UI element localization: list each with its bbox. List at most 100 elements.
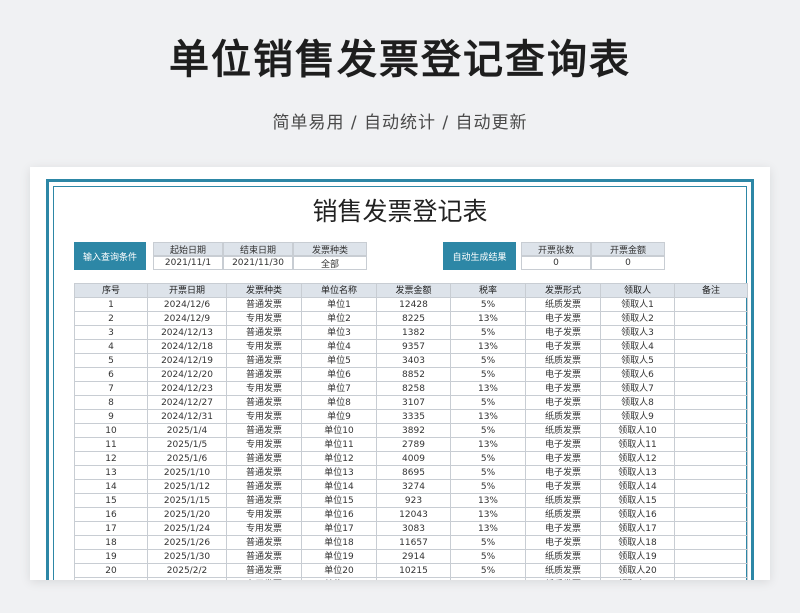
table-cell[interactable]: 专用发票 bbox=[226, 507, 302, 522]
table-cell[interactable]: 2024/12/20 bbox=[147, 367, 227, 382]
table-cell[interactable]: 普通发票 bbox=[226, 451, 302, 466]
table-cell[interactable]: 纸质发票 bbox=[525, 353, 601, 368]
table-cell[interactable]: 13% bbox=[450, 311, 526, 326]
table-cell[interactable]: 普通发票 bbox=[226, 563, 302, 578]
table-cell[interactable]: 单位18 bbox=[301, 535, 377, 550]
table-cell[interactable]: 单位15 bbox=[301, 493, 377, 508]
table-cell[interactable]: 18 bbox=[74, 535, 148, 550]
table-cell[interactable]: 领取人17 bbox=[600, 521, 675, 536]
table-cell[interactable]: 5% bbox=[450, 297, 526, 312]
table-cell[interactable]: 4009 bbox=[376, 451, 451, 466]
table-cell[interactable]: 5% bbox=[450, 367, 526, 382]
table-cell[interactable]: 领取人20 bbox=[600, 563, 675, 578]
table-cell[interactable]: 13% bbox=[450, 507, 526, 522]
table-cell[interactable]: 纸质发票 bbox=[525, 549, 601, 564]
table-cell[interactable]: 13% bbox=[450, 409, 526, 424]
table-cell[interactable]: 普通发票 bbox=[226, 465, 302, 480]
table-cell[interactable]: 单位12 bbox=[301, 451, 377, 466]
table-cell[interactable]: 5% bbox=[450, 535, 526, 550]
table-cell[interactable]: 3403 bbox=[376, 353, 451, 368]
table-cell[interactable]: 7 bbox=[74, 381, 148, 396]
table-cell[interactable] bbox=[674, 479, 748, 494]
table-cell[interactable]: 2024/12/13 bbox=[147, 325, 227, 340]
table-cell[interactable]: 6 bbox=[74, 367, 148, 382]
table-cell[interactable]: 11 bbox=[74, 437, 148, 452]
table-cell[interactable]: 2025/1/4 bbox=[147, 423, 227, 438]
table-cell[interactable]: 单位17 bbox=[301, 521, 377, 536]
table-cell[interactable]: 2025/1/26 bbox=[147, 535, 227, 550]
table-cell[interactable] bbox=[674, 549, 748, 564]
table-cell[interactable]: 纸质发票 bbox=[525, 493, 601, 508]
table-cell[interactable]: 2025/1/15 bbox=[147, 493, 227, 508]
table-cell[interactable]: 普通发票 bbox=[226, 297, 302, 312]
table-cell[interactable]: 纸质发票 bbox=[525, 577, 601, 580]
table-cell[interactable] bbox=[674, 493, 748, 508]
table-cell[interactable]: 4 bbox=[74, 339, 148, 354]
table-cell[interactable]: 纸质发票 bbox=[525, 507, 601, 522]
table-cell[interactable]: 2025/1/24 bbox=[147, 521, 227, 536]
table-cell[interactable]: 21 bbox=[74, 577, 148, 580]
table-cell[interactable]: 电子发票 bbox=[525, 451, 601, 466]
table-cell[interactable]: 2024/12/19 bbox=[147, 353, 227, 368]
table-cell[interactable] bbox=[674, 339, 748, 354]
table-cell[interactable]: 专用发票 bbox=[226, 437, 302, 452]
table-cell[interactable]: 单位2 bbox=[301, 311, 377, 326]
table-cell[interactable]: 2025/2/2 bbox=[147, 563, 227, 578]
table-cell[interactable]: 普通发票 bbox=[226, 367, 302, 382]
table-cell[interactable]: 单位20 bbox=[301, 563, 377, 578]
table-cell[interactable]: 电子发票 bbox=[525, 465, 601, 480]
table-cell[interactable]: 纸质发票 bbox=[525, 409, 601, 424]
table-cell[interactable]: 单位5 bbox=[301, 353, 377, 368]
table-cell[interactable]: 领取人7 bbox=[600, 381, 675, 396]
table-cell[interactable]: 13% bbox=[450, 381, 526, 396]
table-cell[interactable]: 2024/12/31 bbox=[147, 409, 227, 424]
table-cell[interactable] bbox=[674, 395, 748, 410]
table-cell[interactable]: 15 bbox=[74, 493, 148, 508]
table-cell[interactable]: 单位7 bbox=[301, 381, 377, 396]
table-cell[interactable]: 电子发票 bbox=[525, 367, 601, 382]
table-cell[interactable]: 19 bbox=[74, 549, 148, 564]
table-cell[interactable]: 8 bbox=[74, 395, 148, 410]
table-cell[interactable] bbox=[674, 423, 748, 438]
table-cell[interactable]: 领取人21 bbox=[600, 577, 675, 580]
table-cell[interactable]: 单位19 bbox=[301, 549, 377, 564]
table-cell[interactable]: 13% bbox=[450, 577, 526, 580]
table-cell[interactable]: 普通发票 bbox=[226, 395, 302, 410]
table-cell[interactable]: 2024/12/18 bbox=[147, 339, 227, 354]
table-cell[interactable]: 普通发票 bbox=[226, 535, 302, 550]
table-cell[interactable]: 5 bbox=[74, 353, 148, 368]
table-cell[interactable] bbox=[674, 521, 748, 536]
table-cell[interactable]: 12043 bbox=[376, 507, 451, 522]
table-cell[interactable]: 电子发票 bbox=[525, 437, 601, 452]
table-cell[interactable] bbox=[674, 465, 748, 480]
table-cell[interactable]: 8695 bbox=[376, 465, 451, 480]
table-cell[interactable]: 8258 bbox=[376, 381, 451, 396]
table-cell[interactable] bbox=[674, 577, 748, 580]
table-cell[interactable]: 领取人9 bbox=[600, 409, 675, 424]
table-cell[interactable]: 专用发票 bbox=[226, 381, 302, 396]
table-cell[interactable]: 20 bbox=[74, 563, 148, 578]
table-cell[interactable]: 2024/12/27 bbox=[147, 395, 227, 410]
table-cell[interactable]: 电子发票 bbox=[525, 521, 601, 536]
table-cell[interactable]: 领取人14 bbox=[600, 479, 675, 494]
table-cell[interactable]: 专用发票 bbox=[226, 409, 302, 424]
table-cell[interactable]: 2025/1/30 bbox=[147, 549, 227, 564]
table-cell[interactable] bbox=[674, 367, 748, 382]
table-cell[interactable]: 领取人11 bbox=[600, 437, 675, 452]
table-cell[interactable]: 8225 bbox=[376, 311, 451, 326]
table-cell[interactable]: 2024/12/23 bbox=[147, 381, 227, 396]
table-cell[interactable]: 领取人5 bbox=[600, 353, 675, 368]
table-cell[interactable]: 2024/12/9 bbox=[147, 311, 227, 326]
table-cell[interactable] bbox=[674, 507, 748, 522]
table-cell[interactable] bbox=[674, 311, 748, 326]
table-cell[interactable]: 普通发票 bbox=[226, 493, 302, 508]
table-cell[interactable]: 12428 bbox=[376, 297, 451, 312]
table-cell[interactable]: 5% bbox=[450, 395, 526, 410]
table-cell[interactable]: 2025/2/7 bbox=[147, 577, 227, 580]
table-cell[interactable]: 普通发票 bbox=[226, 423, 302, 438]
table-cell[interactable] bbox=[674, 409, 748, 424]
table-cell[interactable]: 专用发票 bbox=[226, 311, 302, 326]
table-cell[interactable]: 领取人3 bbox=[600, 325, 675, 340]
table-cell[interactable]: 领取人15 bbox=[600, 493, 675, 508]
table-cell[interactable]: 5% bbox=[450, 563, 526, 578]
